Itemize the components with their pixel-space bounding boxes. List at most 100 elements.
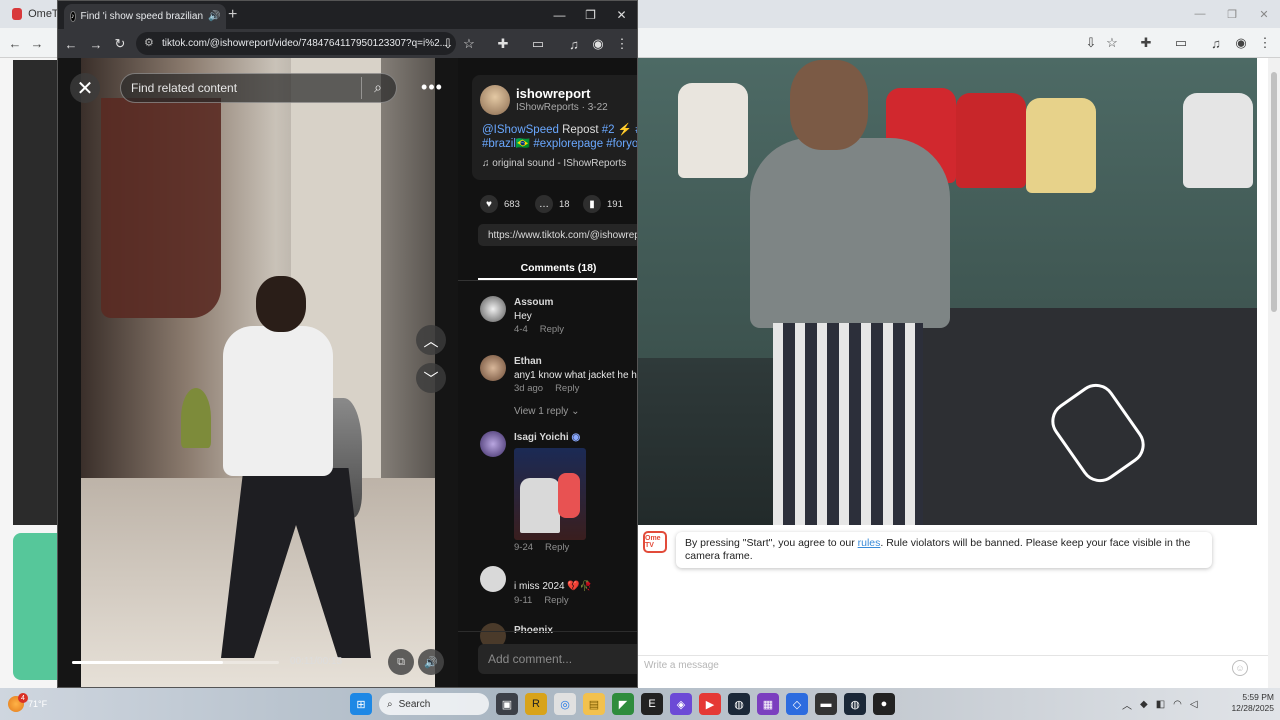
nvidia-icon[interactable]: ◤ <box>612 693 634 715</box>
save-stat[interactable]: ▮ 191 <box>583 195 623 213</box>
video-frame[interactable] <box>81 58 435 687</box>
minimize-icon[interactable]: — <box>544 1 575 29</box>
scrollbar-thumb[interactable] <box>1271 72 1277 312</box>
volume-icon[interactable]: 🔊 <box>418 649 444 675</box>
comment-bubble-icon[interactable]: … <box>535 195 553 213</box>
related-search-input[interactable]: Find related content <box>120 73 397 103</box>
address-bar[interactable]: ⚙ tiktok.com/@ishowreport/video/74847641… <box>136 32 456 55</box>
comment-date: 4-4 <box>514 324 528 335</box>
app-blue-icon[interactable]: ◇ <box>786 693 808 715</box>
tray-chevron-up-icon[interactable]: ︿ <box>1122 697 1132 712</box>
reply-button[interactable]: Reply <box>555 383 579 394</box>
minimize-icon[interactable]: — <box>1184 0 1216 28</box>
caption-mention[interactable]: @IShowSpeed <box>482 124 559 136</box>
close-tab-icon[interactable]: ✕ <box>225 10 226 23</box>
reply-button[interactable]: Reply <box>545 542 569 553</box>
windows-start-icon[interactable]: ⊞ <box>350 693 372 715</box>
menu-kebab-icon[interactable]: ⋮ <box>613 35 631 53</box>
close-video-button[interactable]: ✕ <box>70 73 100 103</box>
task-view-icon[interactable]: ▣ <box>496 693 518 715</box>
install-app-icon[interactable]: ⇩ <box>1082 34 1100 52</box>
extensions-icon[interactable]: ✚ <box>1137 34 1155 52</box>
add-comment-input[interactable]: Add comment... <box>478 644 637 674</box>
caption-tags-2[interactable]: #brazil🇧🇷 #explorepage #foryo <box>482 137 637 151</box>
comment-image[interactable] <box>514 448 586 540</box>
reload-icon[interactable]: ↻ <box>111 35 129 53</box>
like-stat[interactable]: ♥ 683 <box>480 195 520 213</box>
comment-author[interactable]: Assoum <box>514 297 553 308</box>
maximize-icon[interactable]: ❐ <box>1216 0 1248 28</box>
taskbar-search[interactable]: ⌕ Search <box>379 693 489 715</box>
install-app-icon[interactable]: ⇩ <box>439 35 457 53</box>
speaker-icon[interactable]: ◁ <box>1190 699 1198 710</box>
forward-icon[interactable]: → <box>87 35 105 53</box>
comment-avatar[interactable] <box>480 566 506 592</box>
close-window-icon[interactable]: ✕ <box>606 1 637 29</box>
back-icon[interactable]: ← <box>62 35 80 53</box>
profile-icon[interactable]: ◉ <box>589 35 607 53</box>
comment-author[interactable]: Ethan <box>514 356 542 367</box>
bookmark-star-icon[interactable]: ☆ <box>460 35 478 53</box>
steam-icon[interactable]: ◍ <box>728 693 750 715</box>
extensions-icon[interactable]: ✚ <box>494 35 512 53</box>
steam-2-icon[interactable]: ◍ <box>844 693 866 715</box>
comment-author[interactable]: Isagi Yoichi ◉ <box>514 432 580 443</box>
forward-icon[interactable]: → <box>28 34 46 52</box>
message-input[interactable]: Write a message <box>644 660 1204 676</box>
app-notify-icon[interactable]: ● <box>873 693 895 715</box>
tiktok-tab[interactable]: ♪ Find 'i show speed brazilian 🔊 ✕ <box>64 4 226 29</box>
epic-games-icon[interactable]: E <box>641 693 663 715</box>
profile-icon[interactable]: ◉ <box>1232 34 1250 52</box>
author-username[interactable]: ishowreport <box>516 86 590 101</box>
more-options-icon[interactable]: ••• <box>418 75 446 99</box>
caption-tags-1[interactable]: #2 ⚡ # <box>602 124 637 136</box>
file-explorer-icon[interactable]: ▤ <box>583 693 605 715</box>
media-player-icon[interactable]: ▦ <box>757 693 779 715</box>
new-tab-icon[interactable]: + <box>228 6 237 24</box>
close-window-icon[interactable]: ✕ <box>1248 0 1280 28</box>
bookmark-icon[interactable]: ▮ <box>583 195 601 213</box>
tab-audio-icon[interactable]: 🔊 <box>208 11 220 22</box>
view-replies-button[interactable]: View 1 reply ⌄ <box>514 406 579 417</box>
split-view-icon[interactable]: ▭ <box>1172 34 1190 52</box>
search-icon[interactable]: ⌕ <box>370 79 386 95</box>
app-r-icon[interactable]: R <box>525 693 547 715</box>
gamepad-icon[interactable]: ◈ <box>670 693 692 715</box>
reply-button[interactable]: Reply <box>540 324 564 335</box>
media-controls-icon[interactable]: ♫ <box>1207 34 1225 52</box>
comment-avatar[interactable] <box>480 431 506 457</box>
comment-stat[interactable]: … 18 <box>535 195 570 213</box>
emoji-icon[interactable]: ☺ <box>1232 660 1248 676</box>
taskbar-clock[interactable]: 5:59 PM 12/28/2025 <box>1224 692 1274 714</box>
youtube-icon[interactable]: ▶ <box>699 693 721 715</box>
tray-app-2-icon[interactable]: ◧ <box>1156 699 1165 710</box>
progress-fill[interactable] <box>72 661 224 664</box>
picture-in-picture-icon[interactable]: ⧉ <box>388 649 414 675</box>
heart-icon[interactable]: ♥ <box>480 195 498 213</box>
weather-sun-icon: 4 <box>8 693 28 712</box>
split-view-icon[interactable]: ▭ <box>529 35 547 53</box>
wifi-icon[interactable]: ◠ <box>1173 699 1182 710</box>
sound-row[interactable]: ♫ original sound - IShowReports <box>482 158 626 169</box>
comment-avatar[interactable] <box>480 296 506 322</box>
maximize-icon[interactable]: ❐ <box>575 1 606 29</box>
comment-avatar[interactable] <box>480 355 506 381</box>
menu-kebab-icon[interactable]: ⋮ <box>1256 34 1274 52</box>
tab-comments[interactable]: Comments (18) <box>478 258 637 280</box>
weather-widget[interactable]: 4 71°F <box>8 692 58 716</box>
rules-link[interactable]: rules <box>858 537 881 549</box>
bookmark-star-icon[interactable]: ☆ <box>1103 34 1121 52</box>
media-controls-icon[interactable]: ♫ <box>565 35 583 53</box>
reply-button[interactable]: Reply <box>544 595 568 606</box>
clapper-icon[interactable]: ▬ <box>815 693 837 715</box>
next-video-chevron-down-icon[interactable]: ﹀ <box>416 363 446 393</box>
site-info-icon[interactable]: ⚙ <box>144 36 154 49</box>
tray-app-icon[interactable]: ◆ <box>1140 699 1148 710</box>
page-scrollbar[interactable] <box>1268 58 1280 688</box>
start-button[interactable] <box>13 533 58 680</box>
back-icon[interactable]: ← <box>6 34 24 52</box>
previous-video-chevron-up-icon[interactable]: ︿ <box>416 325 446 355</box>
author-avatar[interactable] <box>480 85 510 115</box>
share-link-field[interactable]: https://www.tiktok.com/@ishowrep <box>478 224 637 246</box>
chrome-icon[interactable]: ◎ <box>554 693 576 715</box>
